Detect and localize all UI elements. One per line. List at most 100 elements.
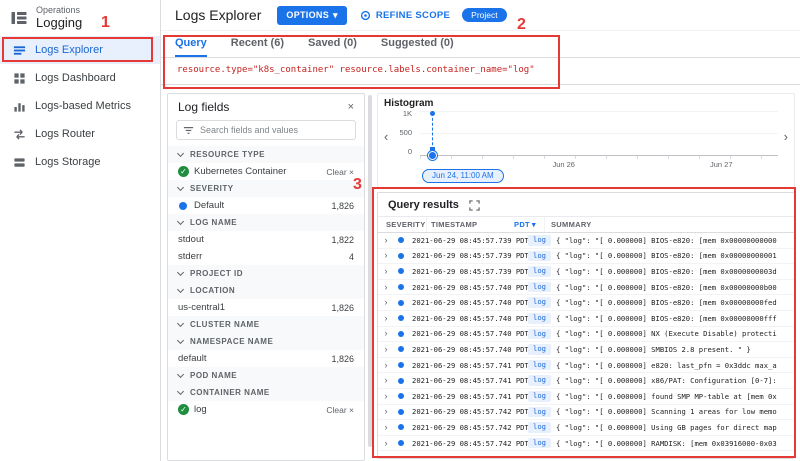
x-tick: Jun 27 [710,160,733,169]
sidebar-item-logs-dashboard[interactable]: Logs Dashboard [0,64,160,92]
expand-row-icon[interactable]: › [378,392,394,401]
clear-filter-button[interactable]: Clear × [326,167,354,177]
log-entry-row[interactable]: ›2021-06-29 08:45:57.742 PDTlog{ "log": … [378,405,794,421]
content-area: Log fields × RESOURCE TYPE✓Kubernetes Co… [161,85,800,461]
log-timestamp: 2021-06-29 08:45:57.742 PDT [412,423,528,432]
field-section-container-name[interactable]: CONTAINER NAME [168,384,364,401]
field-value-default[interactable]: default1,826 [168,350,364,367]
field-section-namespace-name[interactable]: NAMESPACE NAME [168,333,364,350]
expand-icon[interactable] [469,200,480,211]
close-icon[interactable]: × [348,101,354,113]
field-value-log[interactable]: ✓logClear × [168,401,364,418]
gridline [420,111,778,112]
log-entry-row[interactable]: ›2021-06-29 08:45:57.741 PDTlog{ "log": … [378,358,794,374]
log-name-chip[interactable]: log [528,344,551,355]
chevron-down-icon [177,388,184,395]
expand-row-icon[interactable]: › [378,314,394,323]
expand-row-icon[interactable]: › [378,267,394,276]
log-name-chip[interactable]: log [528,297,551,308]
expand-row-icon[interactable]: › [378,407,394,416]
column-summary[interactable]: SUMMARY [544,217,794,232]
search-fields-box[interactable] [176,120,356,140]
expand-row-icon[interactable]: › [378,329,394,338]
clear-filter-button[interactable]: Clear × [326,405,354,415]
log-name-chip[interactable]: log [528,251,551,262]
field-section-cluster-name[interactable]: CLUSTER NAME [168,316,364,333]
log-entry-row[interactable]: ›2021-06-29 08:45:57.740 PDTlog{ "log": … [378,342,794,358]
refine-scope-button[interactable]: REFINE SCOPE [359,9,450,22]
field-value-kubernetes-container[interactable]: ✓Kubernetes ContainerClear × [168,163,364,180]
field-section-severity[interactable]: SEVERITY [168,180,364,197]
options-button[interactable]: OPTIONS ▾ [277,6,346,25]
expand-row-icon[interactable]: › [378,423,394,432]
log-entry-row[interactable]: ›2021-06-29 08:45:57.740 PDTlog{ "log": … [378,280,794,296]
expand-row-icon[interactable]: › [378,376,394,385]
log-name-chip[interactable]: log [528,391,551,402]
tab-recent-6[interactable]: Recent (6) [231,31,284,57]
histogram-next-icon[interactable]: › [784,129,788,144]
chevron-down-icon: ▾ [532,220,536,229]
log-name-chip[interactable]: log [528,360,551,371]
field-value-stderr[interactable]: stderr4 [168,248,364,265]
log-name-chip[interactable]: log [528,375,551,386]
severity-default-icon [398,362,404,368]
expand-row-icon[interactable]: › [378,345,394,354]
time-marker-handle[interactable] [428,151,437,160]
dashboard-icon [13,72,26,85]
log-name-chip[interactable]: log [528,235,551,246]
field-section-location[interactable]: LOCATION [168,282,364,299]
severity-default-icon [398,331,404,337]
field-section-log-name[interactable]: LOG NAME [168,214,364,231]
histogram-plot[interactable]: Jun 26 Jun 27 Jun 24, 11:00 AM [420,111,778,175]
sidebar-item-logs-storage[interactable]: Logs Storage [0,148,160,176]
sidebar-item-logs-router[interactable]: Logs Router [0,120,160,148]
expand-row-icon[interactable]: › [378,298,394,307]
log-name-chip[interactable]: log [528,282,551,293]
field-value-count: 1,826 [331,303,354,313]
field-value-us-central1[interactable]: us-central1 1,826 [168,299,364,316]
field-value-label: us-central1 [178,302,225,313]
log-name-chip[interactable]: log [528,329,551,340]
sidebar-item-logs-based-metrics[interactable]: Logs-based Metrics [0,92,160,120]
column-timestamp[interactable]: TIMESTAMP PDT ▾ [426,217,544,232]
time-marker-pill[interactable]: Jun 24, 11:00 AM [422,169,504,183]
expand-row-icon[interactable]: › [378,439,394,448]
query-editor[interactable]: resource.type="k8s_container" resource.l… [161,58,800,84]
tab-query[interactable]: Query [175,31,207,57]
field-value-default[interactable]: Default1,826 [168,197,364,214]
log-entry-row[interactable]: ›2021-06-29 08:45:57.741 PDTlog{ "log": … [378,373,794,389]
sidebar-item-logs-explorer[interactable]: Logs Explorer [0,36,160,64]
severity-default-icon [398,378,404,384]
log-entry-row[interactable]: ›2021-06-29 08:45:57.740 PDTlog{ "log": … [378,295,794,311]
log-entry-row[interactable]: ›2021-06-29 08:45:57.742 PDTlog{ "log": … [378,436,794,452]
expand-row-icon[interactable]: › [378,283,394,292]
log-name-chip[interactable]: log [528,422,551,433]
timezone-dropdown[interactable]: PDT ▾ [514,220,536,229]
search-fields-input[interactable] [200,125,349,135]
log-name-chip[interactable]: log [528,313,551,324]
histogram-prev-icon[interactable]: ‹ [384,129,388,144]
expand-row-icon[interactable]: › [378,251,394,260]
field-section-project-id[interactable]: PROJECT ID [168,265,364,282]
log-entry-row[interactable]: ›2021-06-29 08:45:57.742 PDTlog{ "log": … [378,420,794,436]
expand-row-icon[interactable]: › [378,236,394,245]
field-section-resource-type[interactable]: RESOURCE TYPE [168,146,364,163]
log-entry-row[interactable]: ›2021-06-29 08:45:57.740 PDTlog{ "log": … [378,311,794,327]
log-name-chip[interactable]: log [528,407,551,418]
expand-row-icon[interactable]: › [378,361,394,370]
log-entry-row[interactable]: ›2021-06-29 08:45:57.741 PDTlog{ "log": … [378,389,794,405]
log-entry-row[interactable]: ›2021-06-29 08:45:57.739 PDTlog{ "log": … [378,249,794,265]
log-name-chip[interactable]: log [528,266,551,277]
tab-suggested-0[interactable]: Suggested (0) [381,31,454,57]
field-value-stdout[interactable]: stdout1,822 [168,231,364,248]
log-name-chip[interactable]: log [528,438,551,449]
scrollbar[interactable] [368,95,372,447]
log-entry-row[interactable]: ›2021-06-29 08:45:57.739 PDTlog{ "log": … [378,264,794,280]
results-table-body: ›2021-06-29 08:45:57.739 PDTlog{ "log": … [378,233,794,458]
log-entry-row[interactable]: ›2021-06-29 08:45:57.740 PDTlog{ "log": … [378,327,794,343]
scope-project-badge[interactable]: Project [462,8,506,22]
tab-saved-0[interactable]: Saved (0) [308,31,357,57]
field-section-pod-name[interactable]: POD NAME [168,367,364,384]
log-entry-row[interactable]: ›2021-06-29 08:45:57.739 PDTlog{ "log": … [378,233,794,249]
column-severity[interactable]: SEVERITY [378,220,426,229]
